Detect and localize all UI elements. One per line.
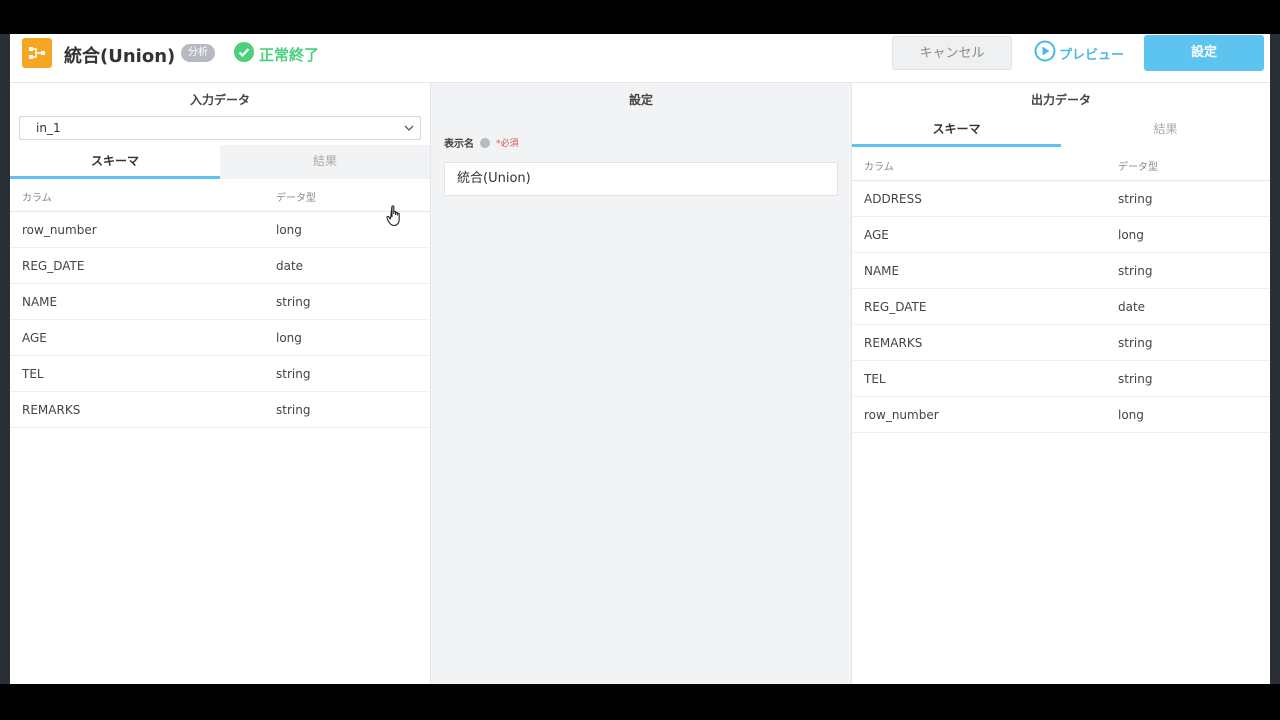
dialog-title: 統合(Union) — [64, 46, 176, 67]
cell-data-type: string — [1118, 180, 1270, 217]
play-circle-icon — [1034, 40, 1056, 66]
table-row: TEL string — [852, 360, 1270, 397]
cell-data-type: string — [276, 391, 430, 428]
display-name-field-label: 表示名 *必須 — [444, 135, 519, 150]
cancel-button[interactable]: キャンセル — [892, 36, 1012, 70]
output-schema-table: カラム データ型 ADDRESS string AGE long NAME strin… — [852, 150, 1270, 433]
column-header-type: データ型 — [276, 181, 430, 212]
cell-data-type: string — [276, 355, 430, 392]
check-circle-icon — [234, 42, 254, 66]
table-row: NAME string — [10, 283, 430, 320]
table-row: REMARKS string — [852, 324, 1270, 361]
table-row: TEL string — [10, 355, 430, 392]
input-select-value: in_1 — [36, 121, 61, 135]
preview-label: プレビュー — [1059, 47, 1125, 63]
input-panel: 入力データ in_1 スキーマ 結果 カラム データ型 row_number lo… — [10, 83, 430, 684]
settings-panel: 設定 表示名 *必須 統合(Union) — [430, 83, 852, 684]
cell-data-type: string — [1118, 324, 1270, 361]
cell-data-type: date — [276, 247, 430, 284]
cell-column-name: AGE — [10, 319, 276, 356]
cell-column-name: REMARKS — [10, 391, 276, 428]
input-tab-result[interactable]: 結果 — [220, 145, 430, 179]
category-badge: 分析 — [181, 44, 215, 62]
hand-cursor-icon — [386, 205, 404, 231]
cell-data-type: date — [1118, 288, 1270, 325]
input-tabs: スキーマ 結果 — [10, 145, 430, 179]
settings-panel-title: 設定 — [628, 93, 653, 107]
cell-column-name: REMARKS — [852, 324, 1118, 361]
cell-data-type: string — [1118, 360, 1270, 397]
table-header-row: カラム データ型 — [852, 150, 1270, 181]
cell-column-name: TEL — [10, 355, 276, 392]
cell-column-name: TEL — [852, 360, 1118, 397]
run-status: 正常終了 — [234, 42, 319, 66]
cell-column-name: NAME — [852, 252, 1118, 289]
cell-data-type: long — [1118, 216, 1270, 253]
column-header-name: カラム — [10, 181, 276, 212]
status-text: 正常終了 — [259, 45, 320, 64]
cell-column-name: AGE — [852, 216, 1118, 253]
input-schema-table: カラム データ型 row_number long REG_DATE date NAM… — [10, 181, 430, 428]
background-strip-right — [1270, 34, 1280, 684]
input-panel-title: 入力データ — [189, 93, 250, 107]
background-strip-left — [0, 34, 10, 684]
output-tab-schema[interactable]: スキーマ — [852, 113, 1061, 147]
info-icon[interactable] — [480, 137, 490, 148]
dialog-header: 統合(Union) 分析 正常終了 キャンセル プレビュー 設定 — [10, 34, 1270, 83]
cell-data-type: string — [1118, 252, 1270, 289]
ok-button[interactable]: 設定 — [1144, 35, 1264, 71]
display-name-label: 表示名 — [444, 139, 474, 150]
column-header-name: カラム — [852, 150, 1118, 181]
output-panel: 出力データ スキーマ 結果 カラム データ型 ADDRESS string AGE… — [852, 83, 1270, 684]
cell-column-name: row_number — [10, 211, 276, 248]
cell-data-type: long — [1118, 396, 1270, 433]
table-row: REG_DATE date — [10, 247, 430, 284]
cell-data-type: string — [276, 283, 430, 320]
output-tabs: スキーマ 結果 — [852, 113, 1270, 147]
output-tab-result[interactable]: 結果 — [1061, 113, 1270, 147]
preview-button[interactable]: プレビュー — [1034, 36, 1124, 70]
input-select[interactable]: in_1 — [19, 116, 421, 140]
table-row: REG_DATE date — [852, 288, 1270, 325]
output-panel-title: 出力データ — [1030, 93, 1091, 107]
cell-column-name: REG_DATE — [852, 288, 1118, 325]
cell-data-type: long — [276, 211, 430, 248]
chevron-down-icon — [404, 117, 414, 146]
table-row: row_number long — [10, 211, 430, 248]
column-header-type: データ型 — [1118, 150, 1270, 181]
table-row: NAME string — [852, 252, 1270, 289]
required-marker: *必須 — [496, 139, 519, 149]
table-row: ADDRESS string — [852, 180, 1270, 217]
table-row: REMARKS string — [10, 391, 430, 428]
cell-data-type: long — [276, 319, 430, 356]
input-tab-schema[interactable]: スキーマ — [10, 145, 220, 179]
table-row: AGE long — [852, 216, 1270, 253]
display-name-input[interactable]: 統合(Union) — [444, 162, 838, 196]
cell-column-name: NAME — [10, 283, 276, 320]
cell-column-name: row_number — [852, 396, 1118, 433]
table-row: AGE long — [10, 319, 430, 356]
cell-column-name: ADDRESS — [852, 180, 1118, 217]
table-row: row_number long — [852, 396, 1270, 433]
table-header-row: カラム データ型 — [10, 181, 430, 212]
union-dialog: 統合(Union) 分析 正常終了 キャンセル プレビュー 設定 入力データ i… — [10, 34, 1270, 684]
union-node-icon — [22, 38, 52, 68]
cell-column-name: REG_DATE — [10, 247, 276, 284]
